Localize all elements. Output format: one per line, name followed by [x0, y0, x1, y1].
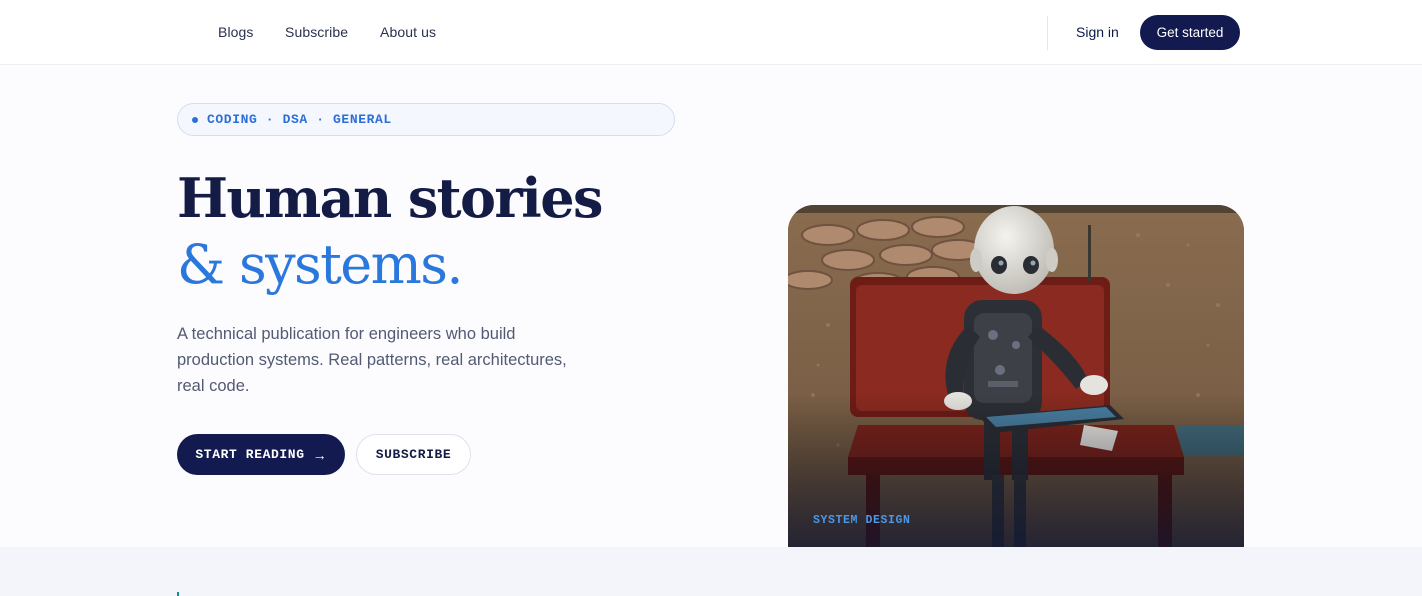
nav-link-subscribe[interactable]: Subscribe [285, 24, 348, 40]
hero-title-line1: Human stories [177, 166, 603, 230]
sign-in-link[interactable]: Sign in [1076, 24, 1119, 40]
featured-category-tag: SYSTEM DESIGN [813, 514, 911, 527]
site-header: Blogs Subscribe About us Sign in Get sta… [0, 0, 1422, 65]
nav-link-blogs[interactable]: Blogs [218, 24, 254, 40]
topic-dot-icon [192, 116, 198, 123]
topic-label: CODING · DSA · GENERAL [207, 112, 392, 127]
arrow-right-icon: → [312, 446, 327, 463]
subscribe-label: SUBSCRIBE [375, 447, 452, 462]
hero-title-line2: & systems. [177, 233, 464, 296]
get-started-button[interactable]: Get started [1140, 15, 1240, 50]
bottom-section [0, 547, 1422, 596]
nav-link-about-us[interactable]: About us [380, 24, 436, 40]
start-reading-label: START READING [195, 447, 305, 462]
hero-subtitle: A technical publication for engineers wh… [177, 325, 567, 395]
start-reading-button[interactable]: START READING → [177, 434, 345, 475]
section-accent-mark [177, 592, 179, 596]
header-divider [1047, 16, 1048, 50]
robot-on-bench-photo [788, 205, 1244, 547]
subscribe-button[interactable]: SUBSCRIBE [356, 434, 471, 475]
topic-pill: CODING · DSA · GENERAL [177, 103, 675, 136]
featured-image-card[interactable] [788, 205, 1244, 547]
